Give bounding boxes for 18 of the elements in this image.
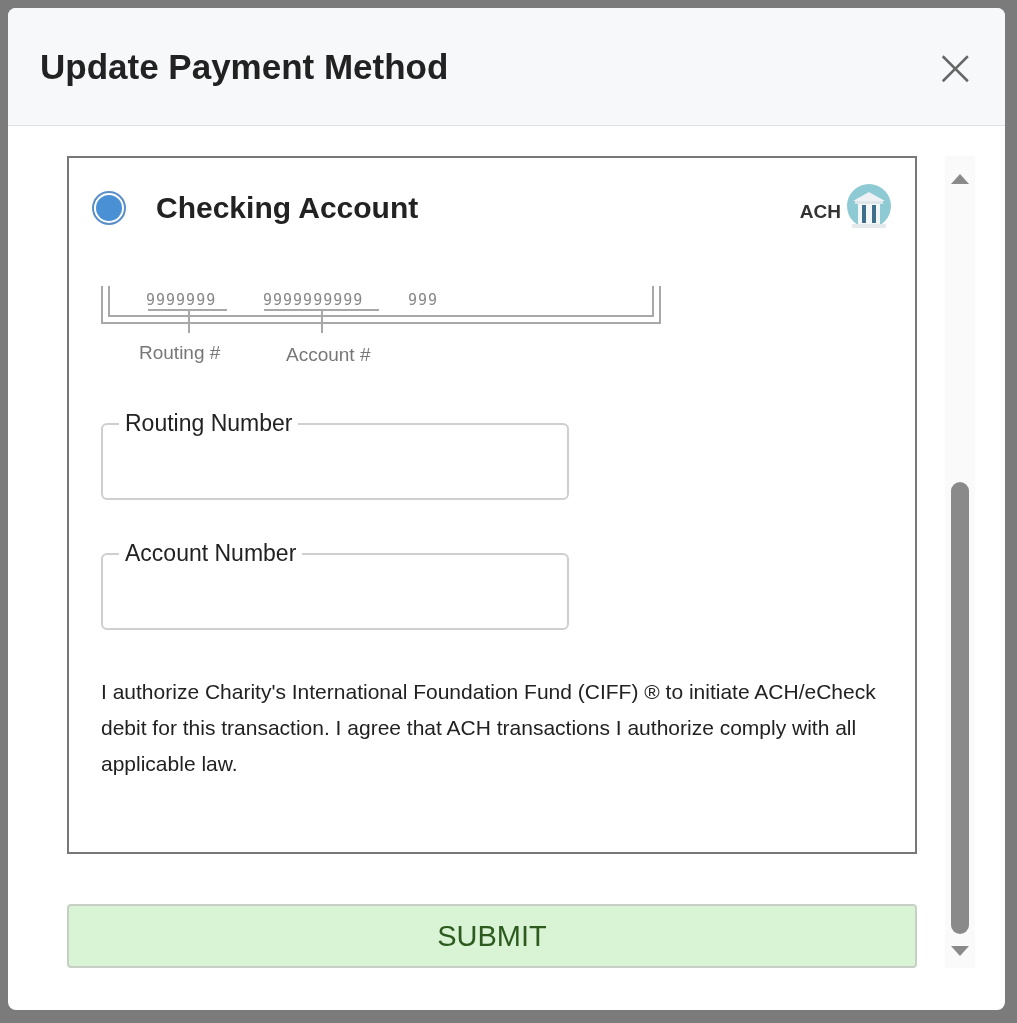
routing-caption: Routing # — [139, 342, 221, 363]
authorization-text: I authorize Charity's International Foundation Fund (CIFF) ® to initiate ACH/eCheck debit for this transaction. I agree that ACH transactions I authorize comply with all applicable law. — [101, 679, 877, 777]
radio-button[interactable] — [92, 191, 126, 225]
dialog-title: Update Payment Method — [40, 46, 449, 87]
check-digits: 999 — [408, 291, 439, 309]
input-field[interactable]: Account Number — [101, 540, 569, 630]
scroll-thumb[interactable] — [951, 482, 969, 934]
account-digits: 9999999999 — [263, 291, 364, 309]
method-label: Checking Account — [156, 191, 420, 225]
scroll-down-icon[interactable] — [951, 946, 969, 956]
input-field[interactable]: Routing Number — [101, 410, 569, 500]
scrollbar[interactable] — [945, 156, 975, 968]
close-button[interactable]: × — [933, 46, 977, 87]
account-caption: Account # — [286, 344, 371, 365]
scroll-up-icon[interactable] — [951, 174, 969, 184]
submit-button[interactable]: SUBMIT — [67, 904, 917, 968]
routing-digits: 9999999 — [146, 291, 217, 309]
ach-label: ACH — [799, 201, 841, 223]
